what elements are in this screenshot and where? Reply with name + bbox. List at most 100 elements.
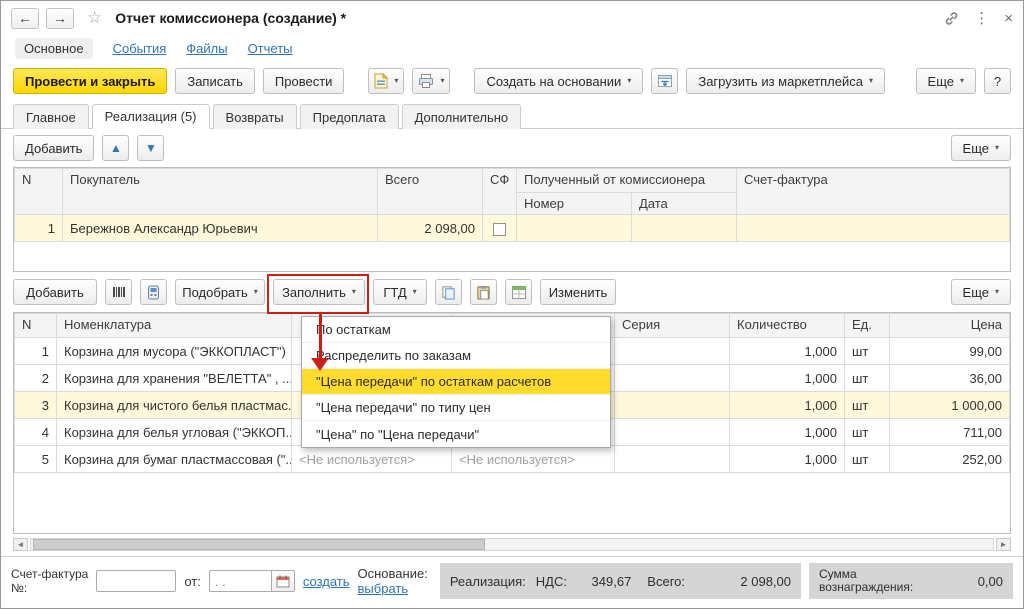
cell-name[interactable]: Корзина для белья угловая ("ЭККОП... — [57, 419, 292, 446]
print-button[interactable]: ▾ — [412, 68, 450, 94]
cell-unit[interactable]: шт — [845, 365, 890, 392]
invoice-date-field — [209, 570, 295, 592]
attach-file-button[interactable]: ▾ — [368, 68, 404, 94]
cell-n[interactable]: 5 — [15, 446, 57, 473]
cell-n[interactable]: 2 — [15, 365, 57, 392]
cell-quantity[interactable]: 1,000 — [730, 338, 845, 365]
scrollbar-thumb[interactable] — [33, 539, 485, 550]
scroll-left-icon[interactable]: ◄ — [13, 538, 28, 551]
gtd-button[interactable]: ГТД ▾ — [373, 279, 427, 305]
tab-prepayment[interactable]: Предоплата — [300, 104, 399, 129]
cell-price[interactable]: 252,00 — [890, 446, 1010, 473]
invoice-number-input[interactable] — [96, 570, 176, 592]
calendar-icon[interactable] — [271, 570, 295, 592]
cell-number[interactable] — [517, 215, 632, 242]
pick-button[interactable]: Подобрать ▾ — [175, 279, 265, 305]
item-row[interactable]: 5 Корзина для бумаг пластмассовая ("... … — [15, 446, 1010, 473]
sales-add-button[interactable]: Добавить — [13, 135, 94, 161]
table-settings-button[interactable] — [505, 279, 532, 305]
cell-quantity[interactable]: 1,000 — [730, 365, 845, 392]
cell-series[interactable] — [615, 338, 730, 365]
sf-checkbox[interactable] — [493, 223, 506, 236]
cell-name[interactable]: Корзина для мусора ("ЭККОПЛАСТ") — [57, 338, 292, 365]
move-up-button[interactable]: ▲ — [102, 135, 129, 161]
cell-name[interactable]: Корзина для бумаг пластмассовая ("... — [57, 446, 292, 473]
invoice-date-input[interactable] — [209, 570, 271, 592]
cell-series[interactable] — [615, 446, 730, 473]
copy-link-icon[interactable] — [944, 11, 959, 26]
cell-quantity[interactable]: 1,000 — [730, 419, 845, 446]
paste-rows-button[interactable] — [470, 279, 497, 305]
items-more-button[interactable]: Еще ▾ — [951, 279, 1011, 305]
cell-series[interactable] — [615, 392, 730, 419]
cell-unit[interactable]: шт — [845, 338, 890, 365]
create-on-basis-button[interactable]: Создать на основании ▾ — [474, 68, 643, 94]
tab-main[interactable]: Главное — [13, 104, 89, 129]
nav-item-main[interactable]: Основное — [15, 38, 93, 59]
help-button[interactable]: ? — [984, 68, 1011, 94]
favorite-star-icon[interactable]: ☆ — [87, 8, 102, 28]
tab-additional[interactable]: Дополнительно — [402, 104, 522, 129]
kebab-menu-icon[interactable]: ⋮ — [974, 11, 989, 26]
forward-button[interactable]: → — [46, 8, 74, 29]
close-icon[interactable]: × — [1004, 11, 1013, 26]
cell-price[interactable]: 1 000,00 — [890, 392, 1010, 419]
cell-n[interactable]: 1 — [15, 338, 57, 365]
menu-item-price-by-transfer-price[interactable]: "Цена" по "Цена передачи" — [302, 421, 610, 447]
cell-invoice[interactable] — [737, 215, 1010, 242]
barcode-search-button[interactable] — [105, 279, 132, 305]
nav-item-events[interactable]: События — [113, 41, 167, 56]
toolbar-more-button[interactable]: Еще ▾ — [916, 68, 976, 94]
cell-series[interactable] — [615, 365, 730, 392]
tab-realization[interactable]: Реализация (5) — [92, 104, 210, 129]
cell-price[interactable]: 99,00 — [890, 338, 1010, 365]
fee-panel: Сумма вознаграждения: 0,00 — [809, 563, 1013, 599]
back-button[interactable]: ← — [11, 8, 39, 29]
fill-button[interactable]: Заполнить ▾ — [273, 279, 365, 305]
cell-sf[interactable] — [483, 215, 517, 242]
menu-item-distribute-by-orders[interactable]: Распределить по заказам — [302, 343, 610, 369]
buyer-row[interactable]: 1 Бережнов Александр Юрьевич 2 098,00 — [15, 215, 1010, 242]
horizontal-scrollbar[interactable]: ◄ ► — [13, 538, 1011, 551]
cell-date[interactable] — [632, 215, 737, 242]
cell-name[interactable]: Корзина для чистого белья пластмас... — [57, 392, 292, 419]
scroll-right-icon[interactable]: ► — [996, 538, 1011, 551]
cell-buyer[interactable]: Бережнов Александр Юрьевич — [63, 215, 378, 242]
scrollbar-track[interactable] — [30, 538, 994, 551]
load-from-marketplace-button[interactable]: Загрузить из маркетплейса ▾ — [686, 68, 885, 94]
write-button[interactable]: Записать — [175, 68, 255, 94]
post-and-close-button[interactable]: Провести и закрыть — [13, 68, 167, 94]
edit-button[interactable]: Изменить — [540, 279, 616, 305]
cell-price[interactable]: 711,00 — [890, 419, 1010, 446]
post-button[interactable]: Провести — [263, 68, 345, 94]
cell-price[interactable]: 36,00 — [890, 365, 1010, 392]
nav-item-files[interactable]: Файлы — [186, 41, 227, 56]
cell-n[interactable]: 1 — [15, 215, 63, 242]
cell-quantity[interactable]: 1,000 — [730, 446, 845, 473]
data-terminal-button[interactable] — [140, 279, 167, 305]
tab-returns[interactable]: Возвраты — [213, 104, 297, 129]
cell-unit[interactable]: шт — [845, 446, 890, 473]
menu-item-by-balances[interactable]: По остаткам — [302, 317, 610, 343]
col-header-n: N — [15, 169, 63, 215]
cell-n[interactable]: 4 — [15, 419, 57, 446]
cell-purpose[interactable]: <Не используется> — [452, 446, 615, 473]
nav-item-reports[interactable]: Отчеты — [248, 41, 293, 56]
menu-item-transfer-price-by-settlement-balances[interactable]: "Цена передачи" по остаткам расчетов — [302, 369, 610, 395]
cell-unit[interactable]: шт — [845, 419, 890, 446]
copy-rows-button[interactable] — [435, 279, 462, 305]
cell-quantity[interactable]: 1,000 — [730, 392, 845, 419]
related-documents-button[interactable] — [651, 68, 678, 94]
cell-n[interactable]: 3 — [15, 392, 57, 419]
move-down-button[interactable]: ▼ — [137, 135, 164, 161]
sales-more-button[interactable]: Еще ▾ — [951, 135, 1011, 161]
items-add-button[interactable]: Добавить — [13, 279, 97, 305]
cell-total[interactable]: 2 098,00 — [378, 215, 483, 242]
cell-name[interactable]: Корзина для хранения "ВЕЛЕТТА" , ... — [57, 365, 292, 392]
cell-series[interactable] — [615, 419, 730, 446]
choose-basis-link[interactable]: выбрать — [358, 581, 428, 596]
cell-characteristic[interactable]: <Не используется> — [292, 446, 452, 473]
create-invoice-link[interactable]: создать — [303, 574, 350, 589]
cell-unit[interactable]: шт — [845, 392, 890, 419]
menu-item-transfer-price-by-price-type[interactable]: "Цена передачи" по типу цен — [302, 395, 610, 421]
